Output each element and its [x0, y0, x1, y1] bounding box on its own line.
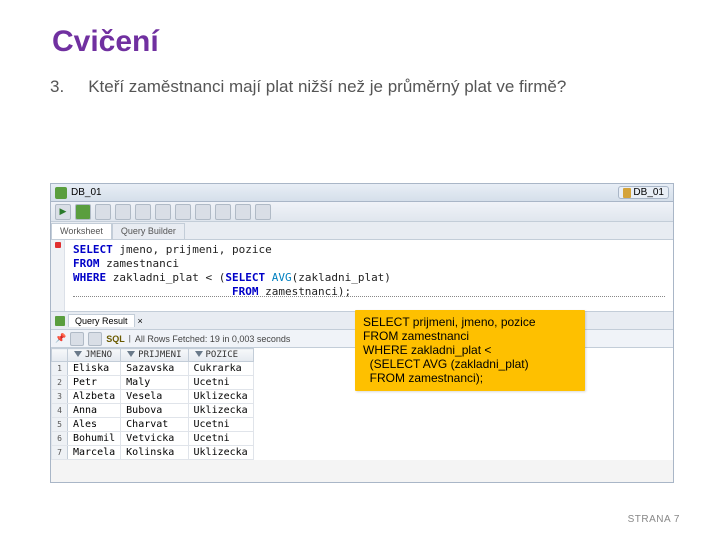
connection-badge-label: DB_01 — [633, 187, 664, 198]
toolbar-button[interactable] — [215, 204, 231, 220]
question-text: Kteří zaměstnanci mají plat nižší než je… — [88, 77, 680, 97]
cell: Sazavska — [121, 362, 188, 376]
table-row[interactable]: 3AlzbetaVeselaUklizecka — [52, 390, 254, 404]
callout-line: WHERE zakladni_plat < — [363, 343, 577, 357]
row-number: 3 — [52, 390, 68, 404]
row-number: 4 — [52, 404, 68, 418]
result-tool-button[interactable] — [88, 332, 102, 346]
cell: Ucetni — [188, 418, 253, 432]
slide-title: Cvičení — [0, 0, 720, 59]
sql-icon-label: SQL — [106, 334, 125, 344]
pin-icon[interactable]: 📌 — [55, 333, 66, 344]
table-row[interactable]: 4AnnaBubovaUklizecka — [52, 404, 254, 418]
toolbar-button[interactable] — [255, 204, 271, 220]
question-number: 3. — [50, 77, 64, 97]
cell: Charvat — [121, 418, 188, 432]
column-header[interactable]: POZICE — [188, 349, 253, 362]
editor-separator — [73, 296, 665, 297]
callout-line: FROM zamestnanci — [363, 329, 577, 343]
toolbar-button[interactable] — [155, 204, 171, 220]
sql-line: WHERE zakladni_plat < (SELECT AVG(zaklad… — [73, 271, 673, 285]
cell: Petr — [68, 376, 121, 390]
row-number: 1 — [52, 362, 68, 376]
cell: Anna — [68, 404, 121, 418]
table-row[interactable]: 6BohumilVetvickaUcetni — [52, 432, 254, 446]
cell: Uklizecka — [188, 446, 253, 460]
cell: Ales — [68, 418, 121, 432]
cell: Maly — [121, 376, 188, 390]
filter-icon[interactable] — [195, 351, 204, 359]
cell: Bubova — [121, 404, 188, 418]
cell: Uklizecka — [188, 404, 253, 418]
cell: Ucetni — [188, 432, 253, 446]
query-result-tab[interactable]: Query Result — [68, 314, 135, 327]
toolbar-button[interactable] — [115, 204, 131, 220]
connection-badge[interactable]: DB_01 — [618, 186, 669, 199]
run-script-button[interactable] — [75, 204, 91, 220]
sql-line: FROM zamestnanci — [73, 257, 673, 271]
result-tool-button[interactable] — [70, 332, 84, 346]
toolbar-button[interactable] — [135, 204, 151, 220]
toolbar-button[interactable] — [175, 204, 191, 220]
editor-tabs: Worksheet Query Builder — [51, 222, 673, 240]
column-header[interactable]: PRIJMENI — [121, 349, 188, 362]
sql-callout: SELECT prijmeni, jmeno, pozice FROM zame… — [355, 310, 585, 391]
run-statement-button[interactable]: ▶ — [55, 204, 71, 220]
table-row[interactable]: 7MarcelaKolinskaUklizecka — [52, 446, 254, 460]
callout-line: SELECT prijmeni, jmeno, pozice — [363, 315, 577, 329]
table-row[interactable]: 1EliskaSazavskaCukrarka — [52, 362, 254, 376]
sql-line: SELECT jmeno, prijmeni, pozice — [73, 243, 673, 257]
row-number: 6 — [52, 432, 68, 446]
cell: Vesela — [121, 390, 188, 404]
cell: Kolinska — [121, 446, 188, 460]
cell: Bohumil — [68, 432, 121, 446]
sql-code: SELECT jmeno, prijmeni, pozice FROM zame… — [51, 240, 673, 299]
fetch-status: All Rows Fetched: 19 in 0,003 seconds — [135, 334, 291, 344]
tab-worksheet[interactable]: Worksheet — [51, 223, 112, 239]
cell: Cukrarka — [188, 362, 253, 376]
tab-querybuilder[interactable]: Query Builder — [112, 223, 185, 239]
column-header[interactable]: JMENO — [68, 349, 121, 362]
callout-line: FROM zamestnanci); — [363, 371, 577, 385]
cell: Ucetni — [188, 376, 253, 390]
db-cylinder-icon — [623, 188, 631, 198]
sql-editor[interactable]: SELECT jmeno, prijmeni, pozice FROM zame… — [51, 240, 673, 312]
callout-line: (SELECT AVG (zakladni_plat) — [363, 357, 577, 371]
editor-gutter — [51, 240, 65, 311]
page-footer: STRANA 7 — [628, 514, 680, 525]
row-number: 2 — [52, 376, 68, 390]
cell: Vetvicka — [121, 432, 188, 446]
row-number: 7 — [52, 446, 68, 460]
window-titlebar: DB_01 DB_01 — [51, 184, 673, 202]
toolbar-button[interactable] — [235, 204, 251, 220]
table-row[interactable]: 5AlesCharvatUcetni — [52, 418, 254, 432]
cell: Eliska — [68, 362, 121, 376]
rownum-header — [52, 349, 68, 362]
filter-icon[interactable] — [127, 351, 136, 359]
cell: Alzbeta — [68, 390, 121, 404]
row-number: 5 — [52, 418, 68, 432]
close-tab-icon[interactable]: × — [138, 316, 143, 326]
cell: Uklizecka — [188, 390, 253, 404]
cell: Marcela — [68, 446, 121, 460]
chart-icon — [55, 316, 65, 326]
connection-name: DB_01 — [71, 187, 102, 198]
toolbar: ▶ — [51, 202, 673, 222]
toolbar-button[interactable] — [95, 204, 111, 220]
table-row[interactable]: 2PetrMalyUcetni — [52, 376, 254, 390]
filter-icon[interactable] — [74, 351, 83, 359]
database-icon — [55, 187, 67, 199]
question-block: 3. Kteří zaměstnanci mají plat nižší než… — [0, 59, 720, 97]
toolbar-button[interactable] — [195, 204, 211, 220]
